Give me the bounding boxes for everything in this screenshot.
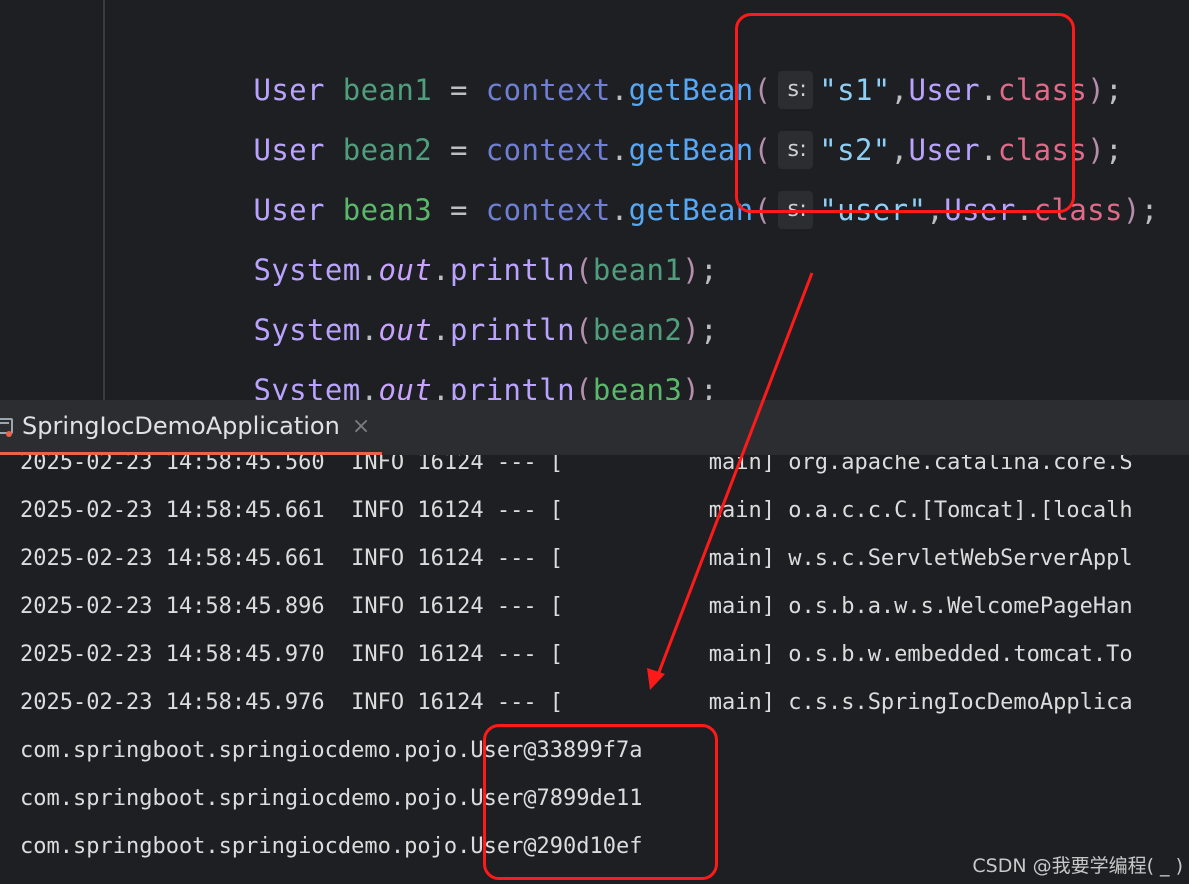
annotation-arrow bbox=[647, 272, 814, 690]
watermark: CSDN @我要学编程( _ ) bbox=[972, 855, 1183, 877]
